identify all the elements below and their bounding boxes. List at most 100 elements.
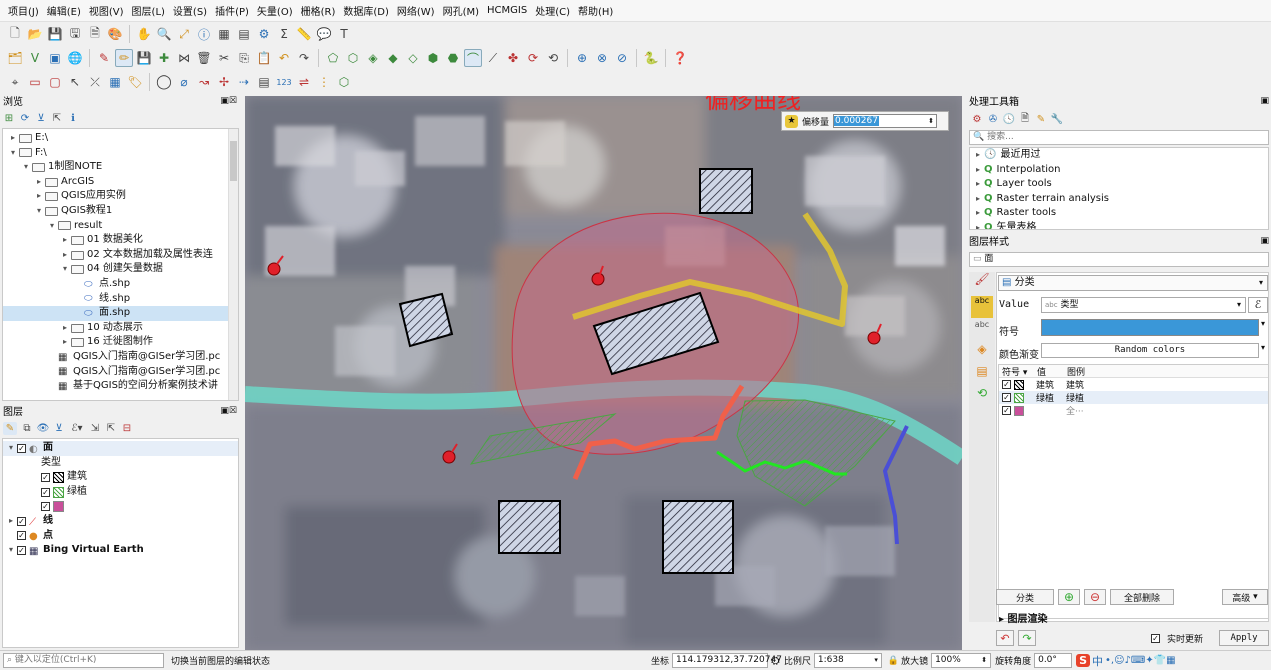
new-project-icon[interactable]: 🗋 (6, 25, 24, 43)
offset-spinbox[interactable]: 0.000267 ⬍ (833, 114, 938, 128)
select-poly-icon[interactable]: ▢ (46, 73, 64, 91)
collapsed-arrow-icon[interactable]: ▸ (972, 206, 984, 221)
add-feature-icon[interactable]: ✚ (155, 49, 173, 67)
processing-float-icon[interactable]: ▣ (1260, 96, 1269, 106)
add-wms-icon[interactable]: 🌐 (66, 49, 84, 67)
collapsed-arrow-icon[interactable]: ▸ (972, 148, 984, 163)
circle-icon[interactable]: ◯ (155, 73, 173, 91)
expanded-arrow-icon[interactable]: ▾ (33, 204, 45, 219)
browser-scrollbar[interactable] (228, 129, 238, 400)
class-checkbox[interactable]: ✓ (1002, 393, 1011, 402)
class-row[interactable]: ✓ 全··· (999, 404, 1268, 417)
undo-icon[interactable]: ↶ (275, 49, 293, 67)
spin-arrows-icon[interactable]: ⬍ (928, 117, 936, 125)
browser-item[interactable]: ▦ 基于QGIS的空间分析案例技术讲 (3, 379, 238, 394)
sum-icon[interactable]: Σ (275, 25, 293, 43)
zoom-full-icon[interactable]: ⤢ (175, 25, 193, 43)
processing-item[interactable]: ▸ 🕓 最近用过 (970, 148, 1268, 163)
layer-arrow-icon[interactable]: ▾ (5, 441, 17, 456)
layer-checkbox[interactable]: ✓ (17, 516, 26, 526)
collapsed-arrow-icon[interactable]: ▸ (972, 192, 984, 207)
collapsed-arrow-icon[interactable]: ▸ (972, 221, 984, 229)
panel-float-icon[interactable]: ▣☒ (220, 96, 237, 106)
class-checkbox[interactable]: ✓ (1002, 380, 1011, 389)
plugin-icon-3[interactable]: ⊘ (613, 49, 631, 67)
split-icon[interactable]: ⟋ (484, 49, 502, 67)
processing-item[interactable]: ▸ Q 矢量表格 (970, 221, 1268, 229)
layer-item[interactable]: ▸ ✓ ⟋ 线 (3, 514, 238, 529)
3d-tab-icon[interactable]: ◈ (969, 342, 995, 364)
offset-curve-icon[interactable]: ⌒ (464, 49, 482, 67)
class-symbol-swatch[interactable] (1014, 405, 1024, 416)
classify-button[interactable]: 分类 (996, 589, 1054, 605)
layer-checkbox[interactable]: ✓ (41, 502, 50, 512)
graph-icon[interactable]: ⬡ (335, 73, 353, 91)
browser-item[interactable]: ▸ ArcGIS (3, 175, 238, 190)
layer-item[interactable]: ✓ 绿植 (3, 485, 238, 500)
menu-item[interactable]: 矢量(O) (253, 3, 297, 18)
line-tool-icon[interactable]: ⇢ (235, 73, 253, 91)
python-icon[interactable]: 🐍 (642, 49, 660, 67)
layer-item[interactable]: ✓ (3, 499, 238, 514)
renderer-select[interactable]: ▤ 分类 ▾ (998, 275, 1268, 291)
masks-tab-icon[interactable]: abc (969, 320, 995, 342)
deselect-icon[interactable]: ⤫ (86, 73, 104, 91)
layer-checkbox[interactable]: ✓ (17, 531, 26, 541)
text-annotation-icon[interactable]: T (335, 25, 353, 43)
delete-icon[interactable]: 🗑 (195, 49, 213, 67)
measure-icon[interactable]: 📏 (295, 25, 313, 43)
annotation-icon[interactable]: 💬 (315, 25, 333, 43)
xy-tool-icon[interactable]: ⌀ (175, 73, 193, 91)
processing-item[interactable]: ▸ Q Raster terrain analysis (970, 192, 1268, 207)
select-value-icon[interactable]: ▦ (106, 73, 124, 91)
select-rect-icon[interactable]: ▭ (26, 73, 44, 91)
map-canvas[interactable]: 偏移曲线 ★ 偏移量 0.000267 ⬍ (245, 96, 962, 650)
road-icon[interactable]: ⇌ (295, 73, 313, 91)
menu-item[interactable]: 插件(P) (211, 3, 253, 18)
add-raster-icon[interactable]: ▣ (46, 49, 64, 67)
current-edits-icon[interactable]: ✎ (95, 49, 113, 67)
collapsed-arrow-icon[interactable]: ▸ (33, 175, 45, 190)
browser-item[interactable]: ▸ 16 迁徙图制作 (3, 335, 238, 350)
toggle-editing-icon[interactable]: ✏ (115, 49, 133, 67)
processing-search[interactable]: 🔍 搜索... (969, 130, 1269, 145)
browser-item[interactable]: ▸ QGIS应用实例 (3, 189, 238, 204)
data-source-icon[interactable]: 🗂 (6, 49, 24, 67)
building-polygon[interactable] (699, 168, 753, 214)
refresh-icon[interactable]: ⟳ (19, 112, 31, 124)
label-icon[interactable]: 🏷 (126, 73, 144, 91)
digitize-icon-2[interactable]: ⬡ (344, 49, 362, 67)
help-icon[interactable]: ❓ (671, 49, 689, 67)
collapse-icon[interactable]: ⇱ (51, 112, 63, 124)
browser-item[interactable]: ▸ E:\ (3, 131, 238, 146)
toggle-extents-icon[interactable]: ⛭ (771, 654, 780, 668)
advanced-button[interactable]: 高级 ▾ (1222, 589, 1268, 605)
magnifier-input[interactable]: 100% ⬍ (931, 653, 992, 668)
processing-item[interactable]: ▸ Q Interpolation (970, 163, 1268, 178)
plugin-icon-2[interactable]: ⊗ (593, 49, 611, 67)
browser-item[interactable]: ▾ 04 创建矢量数据 (3, 262, 238, 277)
live-update-checkbox[interactable]: ✓ (1150, 633, 1160, 643)
collapsed-arrow-icon[interactable]: ▸ (33, 189, 45, 204)
cut-icon[interactable]: ✂ (215, 49, 233, 67)
dropdown-arrow-icon[interactable]: ▾ (1261, 343, 1270, 358)
class-checkbox[interactable]: ✓ (1002, 406, 1011, 415)
browser-item[interactable]: ▸ 01 数据美化 (3, 233, 238, 248)
menu-item[interactable]: 处理(C) (531, 3, 574, 18)
collapsed-arrow-icon[interactable]: ▸ (972, 177, 984, 192)
results-icon[interactable]: 🗎 (1019, 113, 1031, 125)
menu-item[interactable]: 栅格(R) (297, 3, 340, 18)
symbology-tab-icon[interactable]: 🖌 (969, 272, 995, 294)
layer-item[interactable]: ▾ ✓ ◐ 面 (3, 441, 238, 456)
layer-arrow-icon[interactable]: ▸ (5, 514, 17, 529)
style-manager-icon[interactable]: 🎨 (106, 25, 124, 43)
zoom-in-icon[interactable]: 🔍 (155, 25, 173, 43)
browser-item[interactable]: ▾ F:\ (3, 146, 238, 161)
identify-icon[interactable]: ⓘ (195, 25, 213, 43)
menu-item[interactable]: 帮助(H) (574, 3, 617, 18)
symbol-button[interactable] (1041, 319, 1259, 336)
col-legend-header[interactable]: 图例 (1067, 365, 1127, 378)
col-symbol-header[interactable]: 符号 ▾ (999, 365, 1037, 378)
ime-tools-icon[interactable]: •,☺♪⌨✦👕▦ (1105, 655, 1176, 666)
browser-item[interactable]: ⬭ 面.shp (3, 306, 238, 321)
